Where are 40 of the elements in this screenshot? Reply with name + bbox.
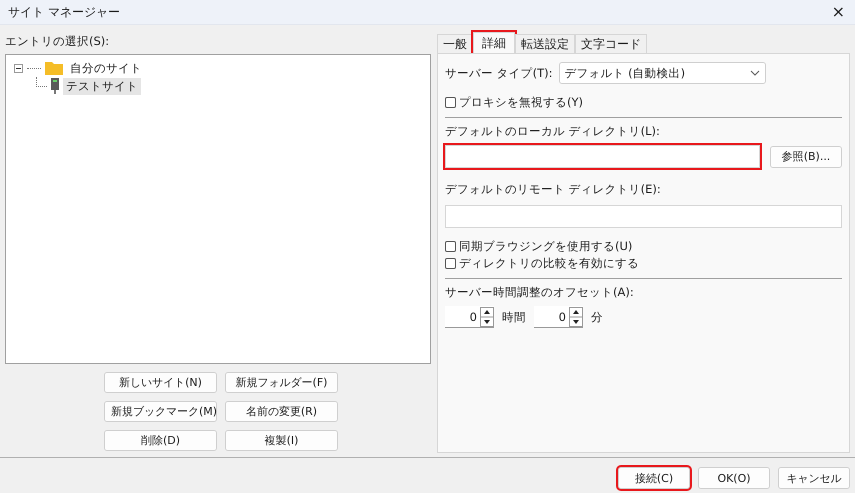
tree-item[interactable]: 自分のサイト bbox=[67, 60, 145, 76]
folder-icon bbox=[45, 61, 63, 75]
server-icon bbox=[51, 78, 59, 94]
entries-label: エントリの選択(S): bbox=[5, 34, 110, 49]
unit-label: 分 bbox=[591, 310, 603, 324]
tab[interactable]: 一般 bbox=[437, 34, 473, 53]
number-spinner[interactable]: 0 bbox=[534, 306, 583, 328]
entry-button[interactable]: 複製(I) bbox=[225, 430, 338, 451]
field-label: デフォルトのリモート ディレクトリ(E): bbox=[445, 182, 662, 197]
checkbox[interactable] bbox=[445, 97, 456, 108]
number-spinner[interactable]: 0 bbox=[445, 306, 494, 328]
field-label: デフォルトのローカル ディレクトリ(L): bbox=[445, 124, 661, 139]
checkbox-label: ディレクトリの比較を有効にする bbox=[459, 256, 639, 271]
input-field[interactable] bbox=[445, 145, 760, 168]
entry-button[interactable]: 削除(D) bbox=[104, 430, 217, 451]
checkbox-label: 同期ブラウジングを使用する(U) bbox=[459, 239, 632, 254]
offset-label: サーバー時間調整のオフセット(A): bbox=[445, 285, 635, 300]
tab[interactable]: 詳細 bbox=[473, 32, 515, 53]
close-button[interactable]: × bbox=[830, 4, 847, 20]
dialog-button[interactable]: キャンセル bbox=[778, 467, 850, 489]
unit-label: 時間 bbox=[502, 310, 526, 324]
tab[interactable]: 文字コード bbox=[575, 34, 647, 53]
window-title: サイト マネージャー bbox=[8, 4, 120, 20]
collapse-toggle[interactable] bbox=[14, 64, 23, 72]
browse-button[interactable]: 参照(B)... bbox=[770, 146, 842, 168]
entry-button[interactable]: 新規ブックマーク(M) bbox=[104, 401, 217, 422]
server-type-dropdown[interactable]: デフォルト (自動検出) bbox=[558, 62, 766, 84]
checkbox[interactable] bbox=[445, 241, 456, 252]
dialog-button[interactable]: 接続(C) bbox=[618, 467, 690, 489]
server-type-label: サーバー タイプ(T): bbox=[445, 66, 553, 80]
tab[interactable]: 転送設定 bbox=[515, 34, 575, 53]
input-field[interactable] bbox=[445, 205, 842, 228]
dialog-button[interactable]: OK(O) bbox=[698, 467, 770, 489]
entry-button[interactable]: 新規フォルダー(F) bbox=[225, 372, 338, 393]
checkbox[interactable] bbox=[445, 258, 456, 269]
checkbox-label: プロキシを無視する(Y) bbox=[459, 95, 583, 110]
chevron-down-icon bbox=[750, 70, 760, 76]
entry-button[interactable]: 新しいサイト(N) bbox=[104, 372, 217, 393]
tree-item[interactable]: テストサイト bbox=[63, 78, 141, 94]
entry-button[interactable]: 名前の変更(R) bbox=[225, 401, 338, 422]
